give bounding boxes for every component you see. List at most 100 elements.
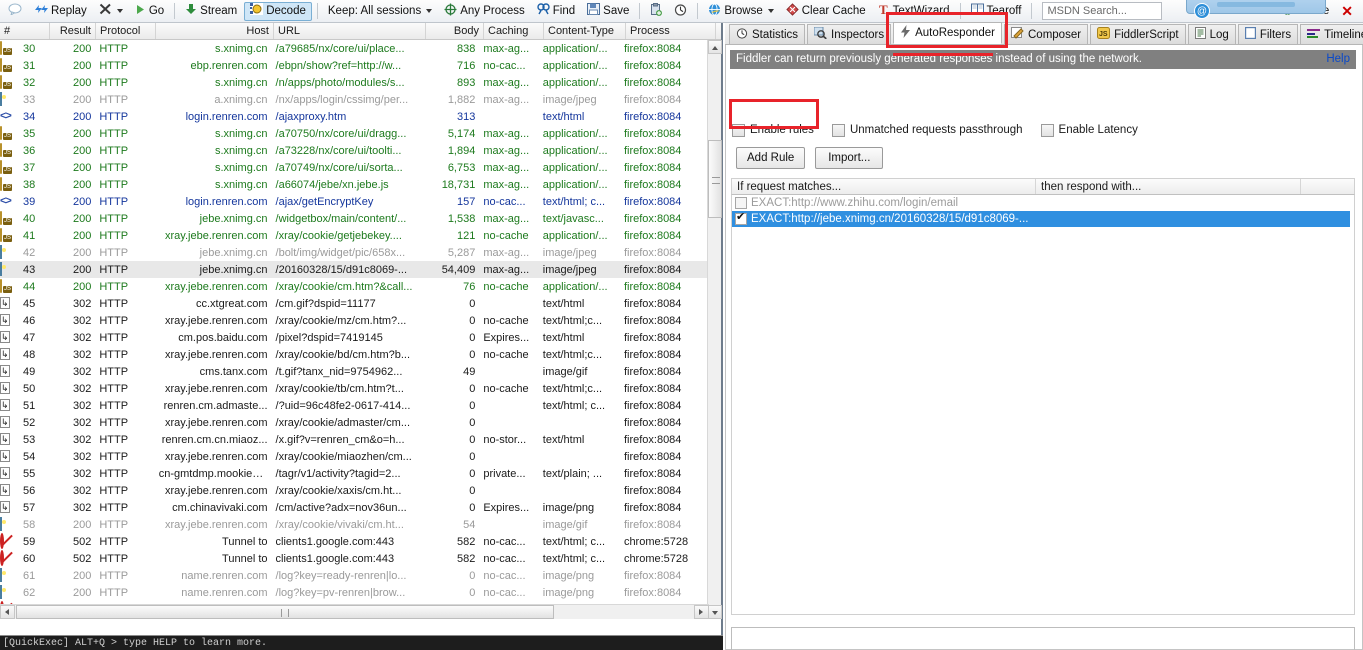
sessions-grid[interactable]: # Result Protocol Host URL Body Caching …	[0, 23, 723, 635]
table-row[interactable]: 60 502 HTTP Tunnel to clients1.google.com:44…	[0, 550, 709, 567]
save-button[interactable]: Save	[582, 2, 634, 21]
col-header-body[interactable]: Body	[426, 23, 484, 39]
table-row[interactable]: 32 200 HTTP s.xnimg.cn/n/apps/photo/modules…	[0, 74, 709, 91]
go-button[interactable]: Go	[130, 2, 169, 21]
quickexec-bar[interactable]: [QuickExec] ALT+Q > type HELP to learn m…	[0, 635, 723, 650]
table-row[interactable]: 38 200 HTTP s.xnimg.cn/a66074/jebe/xn.jebe.…	[0, 176, 709, 193]
table-row[interactable]: ↳ 46 302 HTTP xray.jebe.renren.com/xray/cook…	[0, 312, 709, 329]
table-row[interactable]: 42 200 HTTP jebe.xnimg.cn/bolt/img/widget/p…	[0, 244, 709, 261]
table-row[interactable]: 37 200 HTTP s.xnimg.cn/a70749/nx/core/ui/so…	[0, 159, 709, 176]
tab-composer[interactable]: Composer	[1004, 24, 1089, 44]
add-rule-button[interactable]: Add Rule	[736, 147, 806, 169]
rule-enabled-checkbox[interactable]	[735, 197, 747, 209]
import-button[interactable]: Import...	[815, 147, 884, 169]
chevron-down-icon-3[interactable]	[767, 9, 774, 13]
table-row[interactable]: 44 200 HTTP xray.jebe.renren.com/xray/cooki…	[0, 278, 709, 295]
table-row[interactable]: ↳ 45 302 HTTP cc.xtgreat.com/cm.gif?dspid=11…	[0, 295, 709, 312]
tab-fiddlerscript[interactable]: JS FiddlerScript	[1090, 24, 1186, 44]
table-row[interactable]: 33 200 HTTP a.xnimg.cn/nx/apps/login/cssimg…	[0, 91, 709, 108]
table-row[interactable]: ↳ 48 302 HTTP xray.jebe.renren.com/xray/cook…	[0, 346, 709, 363]
table-row[interactable]: ↳ 49 302 HTTP cms.tanx.com/t.gif?tanx_nid=97…	[0, 363, 709, 380]
table-row[interactable]: 36 200 HTTP s.xnimg.cn/a73228/nx/core/ui/to…	[0, 142, 709, 159]
replay-button[interactable]: Replay	[29, 2, 92, 21]
checkbox-icon-passthrough[interactable]	[831, 123, 845, 137]
table-row[interactable]: 62 200 HTTP name.renren.com/log?key=pv-renr…	[0, 584, 709, 601]
table-row[interactable]: 61 200 HTTP name.renren.com/log?key=ready-r…	[0, 567, 709, 584]
rules-col-extra[interactable]	[1301, 179, 1354, 194]
unmatched-passthrough-checkbox[interactable]: Unmatched requests passthrough	[831, 123, 1023, 137]
col-header-protocol[interactable]: Protocol	[96, 23, 156, 39]
browse-button[interactable]: Browse	[703, 2, 778, 21]
checkbox-icon-enable-rules[interactable]	[732, 123, 745, 137]
table-row[interactable]: ↳ 51 302 HTTP renren.cm.admaste... /?uid=96c4…	[0, 397, 709, 414]
rules-col-match[interactable]: If request matches...	[732, 179, 1036, 194]
scroll-down-button[interactable]	[708, 605, 722, 619]
rules-list[interactable]: EXACT:http://www.zhihu.com/login/email EX…	[731, 195, 1355, 615]
table-row[interactable]: <> 39 200 HTTP login.renren.com/ajax/getEncr…	[0, 193, 709, 210]
decode-button[interactable]: Decode	[244, 1, 312, 21]
table-row[interactable]: ↳ 52 302 HTTP xray.jebe.renren.com/xray/cook…	[0, 414, 709, 431]
timer-button[interactable]	[669, 2, 692, 21]
col-header-content-type[interactable]: Content-Type	[544, 23, 626, 39]
clipboard-button[interactable]	[645, 2, 667, 21]
checkbox-icon-latency[interactable]	[1040, 123, 1054, 137]
find-button[interactable]: Find	[532, 2, 580, 21]
horizontal-scroll-thumb[interactable]	[16, 605, 554, 619]
col-header-url[interactable]: URL	[274, 23, 426, 39]
tab-log[interactable]: Log	[1187, 24, 1236, 44]
msdn-search-input[interactable]: MSDN Search...	[1042, 2, 1163, 20]
tab-autoresponder[interactable]: AutoResponder	[893, 22, 1002, 44]
rule-enabled-checkbox[interactable]	[735, 210, 747, 225]
sessions-grid-body[interactable]: 30200HTTPs.xnimg.cn/a79685/nx/core/ui/pl…	[0, 40, 709, 619]
enable-latency-checkbox[interactable]: Enable Latency	[1040, 123, 1138, 137]
clear-cache-button[interactable]: Clear Cache	[781, 2, 871, 21]
table-row[interactable]: 43 200 HTTP jebe.xnimg.cn/20160328/15/d91c8…	[0, 261, 709, 278]
redirect-icon: ↳	[0, 433, 10, 445]
table-row[interactable]: ↳ 53 302 HTTP renren.cm.cn.miaoz... /x.gif?v=…	[0, 431, 709, 448]
comment-bubble-button[interactable]	[3, 2, 27, 21]
textwizard-button[interactable]: T TextWizard	[873, 2, 955, 21]
col-header-result[interactable]: Result	[50, 23, 96, 39]
table-row[interactable]: ↳ 47 302 HTTP cm.pos.baidu.com/pixel?dspid=7…	[0, 329, 709, 346]
close-icon[interactable]: ✕	[1335, 3, 1359, 20]
table-row[interactable]: <> 34 200 HTTP login.renren.com/ajaxproxy.ht…	[0, 108, 709, 125]
rule-list-item[interactable]: EXACT:http://www.zhihu.com/login/email	[732, 195, 1354, 211]
table-row[interactable]: ↳ 57 302 HTTP cm.chinavivaki.com/cm/active?a…	[0, 499, 709, 516]
chevron-down-icon-2[interactable]	[426, 9, 433, 13]
col-header-caching[interactable]: Caching	[484, 23, 544, 39]
table-row[interactable]: 59 502 HTTP Tunnel to clients1.google.com:44…	[0, 533, 709, 550]
tab-timeline[interactable]: Timeline	[1300, 24, 1363, 44]
scroll-right-button[interactable]	[694, 605, 709, 619]
chevron-down-icon[interactable]	[116, 9, 123, 13]
vertical-scroll-thumb[interactable]	[708, 140, 722, 218]
table-row[interactable]: 58 200 HTTP xray.jebe.renren.com/xray/cooki…	[0, 516, 709, 533]
remove-button[interactable]	[94, 2, 128, 21]
tab-inspectors[interactable]: Inspectors	[807, 24, 892, 44]
tab-filters[interactable]: Filters	[1237, 24, 1299, 44]
stream-button[interactable]: Stream	[180, 2, 242, 21]
help-link[interactable]: Help	[1326, 50, 1350, 69]
table-row[interactable]: ↳ 55 302 HTTP cn-gmtdmp.mookie1... /tagr/v1/a…	[0, 465, 709, 482]
rule-list-item[interactable]: EXACT:http://jebe.xnimg.cn/20160328/15/d…	[732, 210, 1350, 227]
keep-sessions-button[interactable]: Keep: All sessions	[323, 2, 437, 21]
col-header-host[interactable]: Host	[156, 23, 274, 39]
table-row[interactable]: 35 200 HTTP s.xnimg.cn/a70750/nx/core/ui/dr…	[0, 125, 709, 142]
table-row[interactable]: ↳ 54 302 HTTP xray.jebe.renren.com/xray/cook…	[0, 448, 709, 465]
col-header-num[interactable]: #	[0, 23, 50, 39]
table-row[interactable]: 40 200 HTTP jebe.xnimg.cn/widgetbox/main/co…	[0, 210, 709, 227]
tab-statistics[interactable]: Statistics	[729, 24, 806, 44]
table-row[interactable]: ↳ 50 302 HTTP xray.jebe.renren.com/xray/cook…	[0, 380, 709, 397]
enable-rules-checkbox[interactable]: Enable rules	[732, 123, 814, 137]
table-row[interactable]: 41 200 HTTP xray.jebe.renren.com/xray/cooki…	[0, 227, 709, 244]
tearoff-button[interactable]: Tearoff	[966, 2, 1027, 21]
scroll-left-button[interactable]	[0, 605, 15, 619]
any-process-button[interactable]: Any Process	[439, 2, 530, 21]
table-row[interactable]: ↳ 56 302 HTTP xray.jebe.renren.com/xray/cook…	[0, 482, 709, 499]
sessions-vertical-scrollbar[interactable]	[707, 40, 722, 619]
scroll-up-button[interactable]	[708, 40, 722, 54]
col-header-process[interactable]: Process	[626, 23, 716, 39]
sessions-horizontal-scrollbar[interactable]	[0, 604, 709, 619]
table-row[interactable]: 30 200 HTTP s.xnimg.cn/a79685/nx/core/ui/pl…	[0, 40, 709, 57]
rules-col-respond[interactable]: then respond with...	[1036, 179, 1301, 194]
table-row[interactable]: 31 200 HTTP ebp.renren.com/ebpn/show?ref=ht…	[0, 57, 709, 74]
